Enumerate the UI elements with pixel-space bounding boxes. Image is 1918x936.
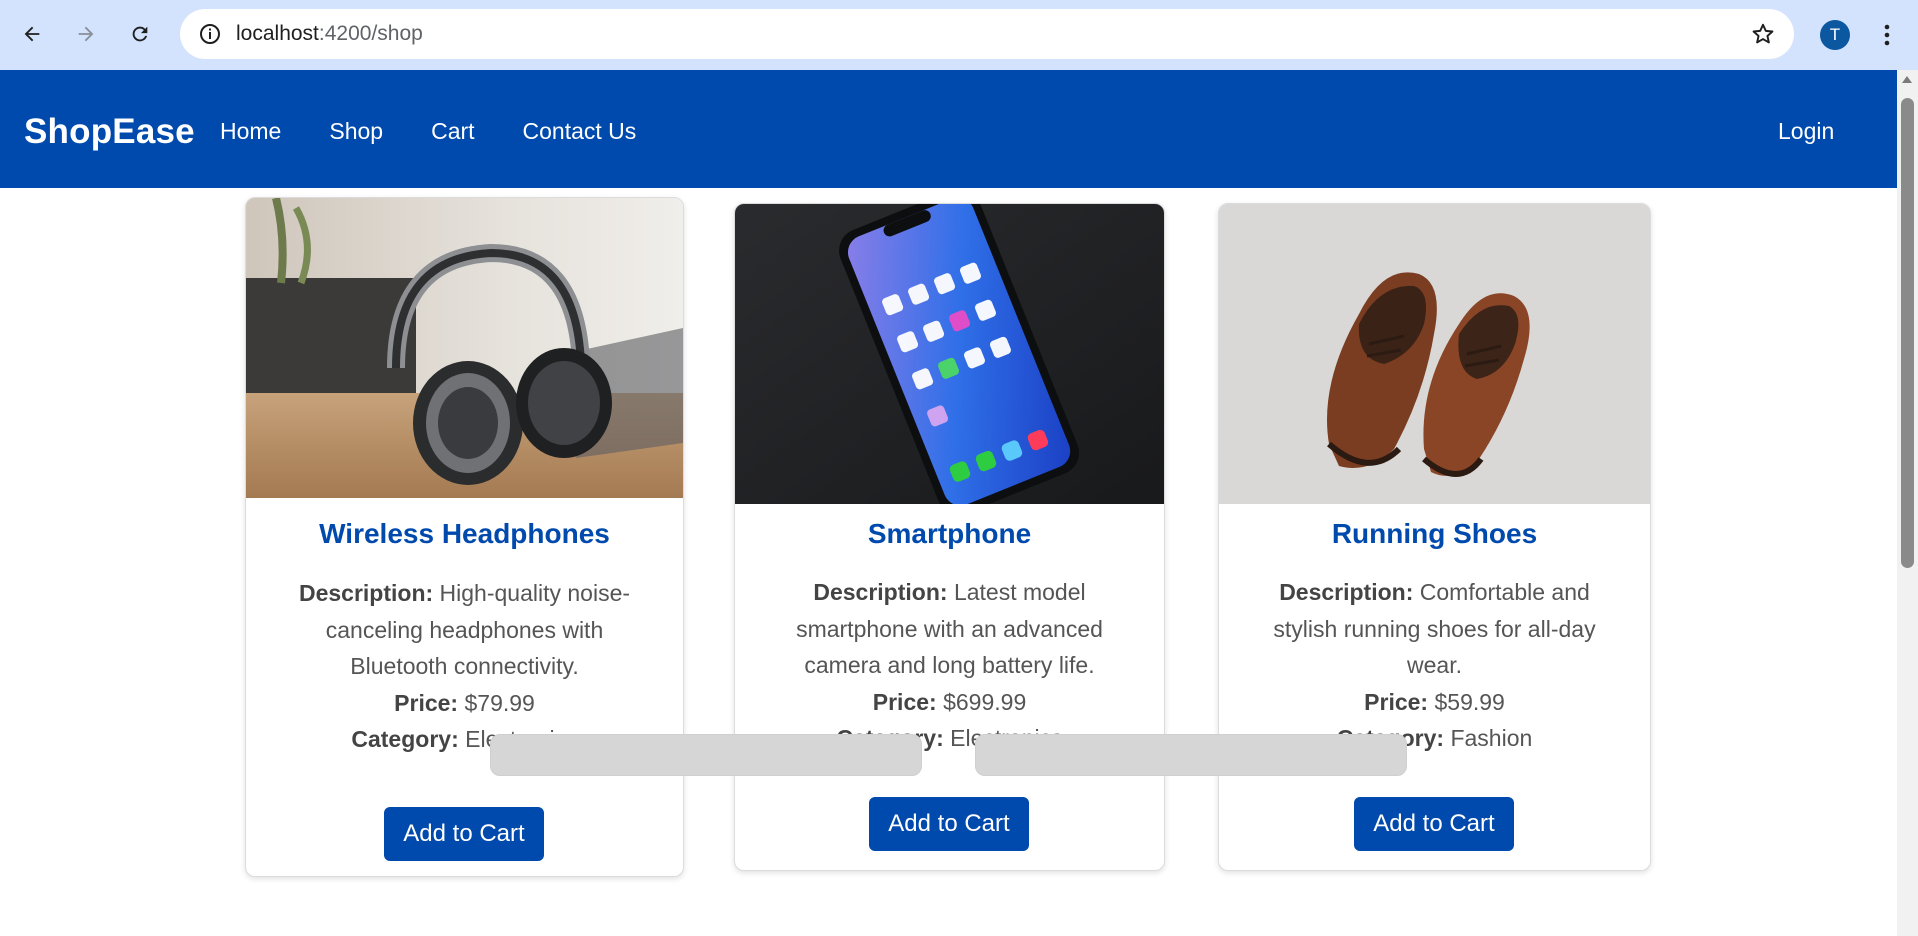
- product-description: Description: High-quality noise-cancelin…: [284, 575, 645, 685]
- category-label: Category:: [351, 726, 459, 752]
- nav-link-shop[interactable]: Shop: [329, 118, 383, 145]
- price-value: $699.99: [943, 688, 1027, 715]
- product-price: Price: $79.99: [284, 685, 645, 722]
- product-card-partial: [975, 734, 1407, 776]
- reload-button[interactable]: [122, 16, 158, 52]
- browser-chrome: localhost:4200/shop T: [0, 0, 1918, 70]
- arrow-left-icon: [24, 26, 40, 42]
- brand-logo[interactable]: ShopEase: [24, 112, 195, 152]
- description-label: Description:: [1279, 579, 1414, 605]
- price-label: Price:: [872, 688, 937, 715]
- back-button[interactable]: [14, 16, 50, 52]
- product-price: Price: $59.99: [1261, 684, 1608, 721]
- product-details: Description: Comfortable and stylish run…: [1261, 574, 1608, 757]
- product-description: Description: Comfortable and stylish run…: [1261, 574, 1608, 684]
- product-details: Description: High-quality noise-cancelin…: [284, 575, 645, 758]
- login-link[interactable]: Login: [1778, 118, 1834, 145]
- description-label: Description:: [813, 579, 948, 605]
- price-label: Price:: [394, 689, 459, 716]
- nav-links: Home Shop Cart Contact Us: [220, 118, 684, 145]
- product-grid: Wireless Headphones Description: High-qu…: [0, 188, 1897, 936]
- nav-link-home[interactable]: Home: [220, 118, 281, 145]
- product-details: Description: Latest model smartphone wit…: [785, 574, 1114, 757]
- product-card-partial: [490, 734, 922, 776]
- nav-link-cart[interactable]: Cart: [431, 118, 474, 145]
- smartphone-icon: [735, 204, 1164, 504]
- address-bar[interactable]: localhost:4200/shop: [180, 9, 1794, 59]
- bookmark-star-icon[interactable]: [1750, 21, 1776, 47]
- forward-button[interactable]: [68, 16, 104, 52]
- product-title[interactable]: Smartphone: [735, 518, 1164, 550]
- description-label: Description:: [298, 580, 434, 606]
- category-value: Fashion: [1450, 725, 1533, 751]
- product-title[interactable]: Wireless Headphones: [246, 518, 683, 550]
- product-description: Description: Latest model smartphone wit…: [785, 574, 1114, 684]
- add-to-cart-button[interactable]: Add to Cart: [384, 807, 544, 861]
- price-value: $79.99: [464, 689, 535, 716]
- headphones-icon: [246, 198, 683, 498]
- add-to-cart-button[interactable]: Add to Cart: [869, 797, 1029, 851]
- url-text[interactable]: localhost:4200/shop: [236, 22, 423, 46]
- scroll-up-arrow-icon[interactable]: [1902, 76, 1912, 83]
- reload-icon: [132, 26, 148, 42]
- info-icon[interactable]: [198, 22, 222, 46]
- price-value: $59.99: [1434, 688, 1505, 715]
- more-menu-icon[interactable]: [1875, 20, 1899, 50]
- profile-avatar[interactable]: T: [1820, 20, 1850, 50]
- product-image-shoes: [1219, 204, 1650, 504]
- product-image-smartphone: [735, 204, 1164, 504]
- scrollbar-thumb[interactable]: [1901, 98, 1914, 568]
- product-price: Price: $699.99: [785, 684, 1114, 721]
- shoes-icon: [1219, 204, 1650, 504]
- arrow-right-icon: [78, 26, 94, 42]
- nav-link-contact[interactable]: Contact Us: [523, 118, 637, 145]
- page-scrollbar[interactable]: [1897, 70, 1918, 936]
- product-image-headphones: [246, 198, 683, 498]
- add-to-cart-button[interactable]: Add to Cart: [1354, 797, 1514, 851]
- site-navbar: ShopEase Home Shop Cart Contact Us Login: [0, 70, 1897, 188]
- price-label: Price:: [1364, 688, 1429, 715]
- product-title[interactable]: Running Shoes: [1219, 518, 1650, 550]
- url-path: :4200/shop: [318, 22, 423, 45]
- url-host: localhost: [236, 22, 319, 45]
